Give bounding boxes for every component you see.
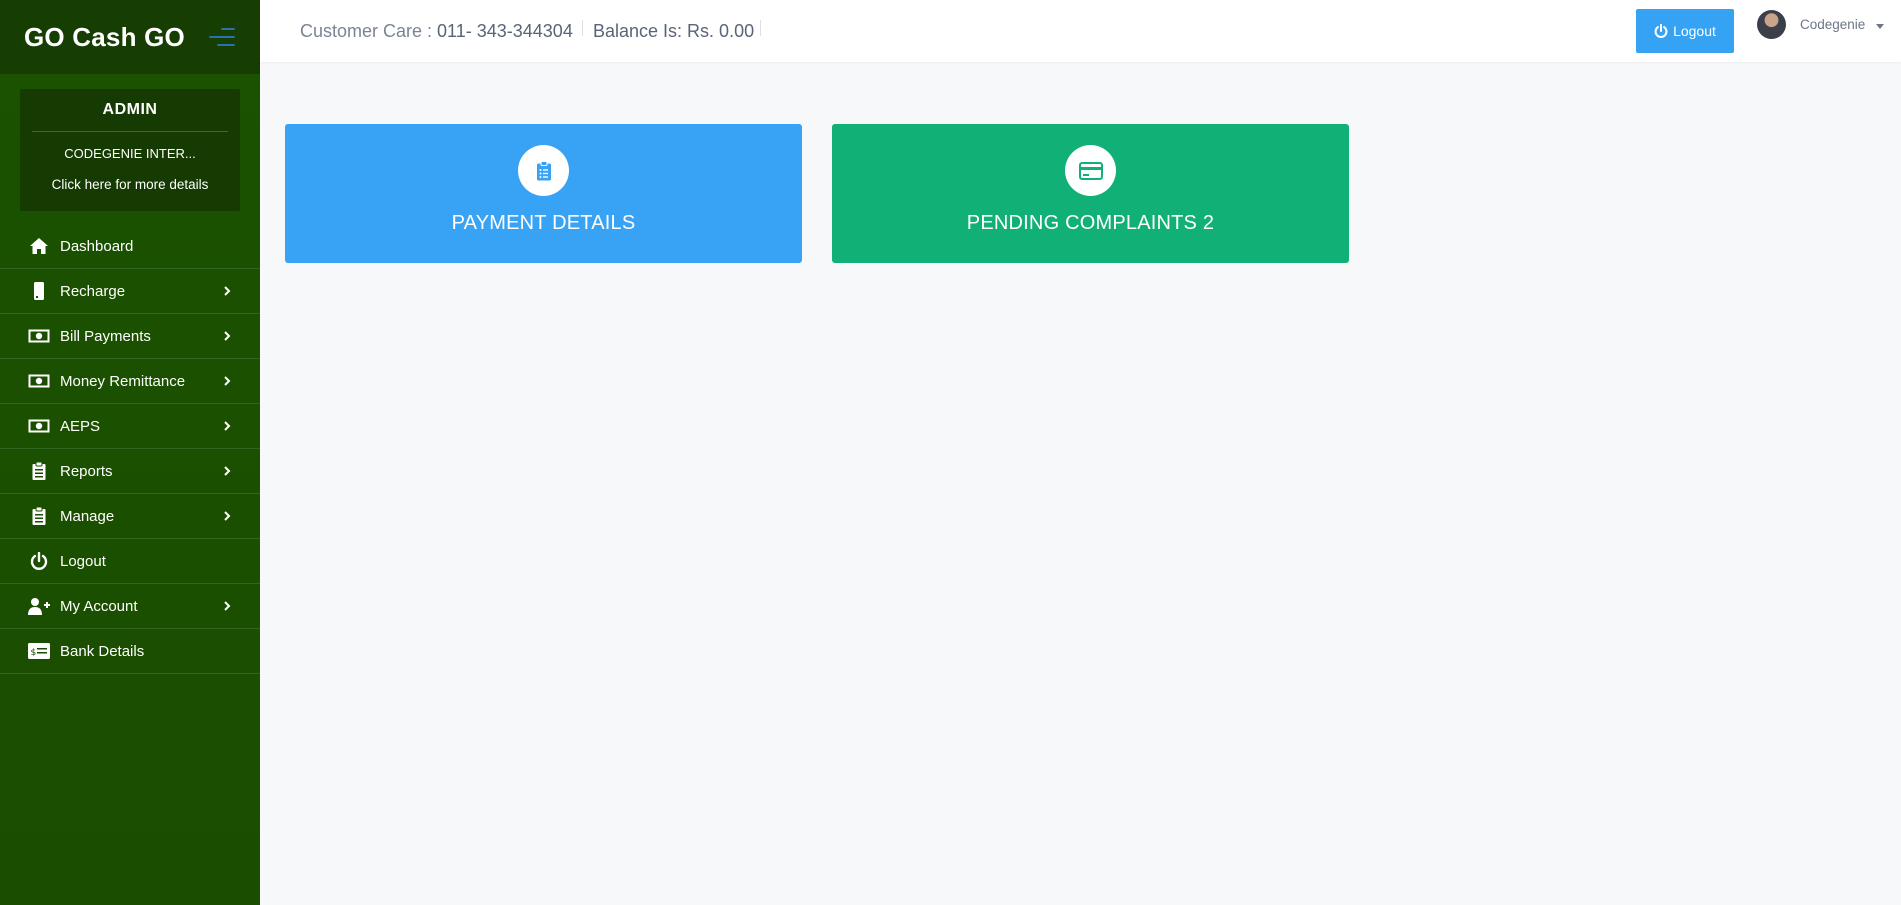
sidebar-item-logout[interactable]: Logout bbox=[0, 539, 260, 584]
sidebar-item-reports[interactable]: Reports bbox=[0, 449, 260, 494]
sidebar-item-dashboard[interactable]: Dashboard bbox=[0, 224, 260, 269]
pending-complaints-card[interactable]: PENDING COMPLAINTS 2 bbox=[832, 124, 1349, 263]
customer-care-label: Customer Care : bbox=[300, 21, 438, 41]
user-menu-name[interactable]: Codegenie bbox=[1800, 17, 1865, 32]
chevron-right-icon bbox=[224, 421, 231, 431]
sidebar-item-label: Money Remittance bbox=[60, 372, 186, 390]
menu-toggle-icon[interactable] bbox=[209, 28, 235, 46]
user-plus-icon bbox=[28, 596, 50, 616]
clipboard-list-icon bbox=[518, 145, 569, 196]
sidebar-item-label: Bill Payments bbox=[60, 327, 151, 345]
topbar: Customer Care : 011- 343-344304 Balance … bbox=[260, 0, 1901, 62]
brand-bar: GO Cash GO bbox=[0, 0, 260, 74]
customer-care-info: Customer Care : 011- 343-344304 bbox=[300, 21, 573, 42]
chevron-right-icon bbox=[224, 286, 231, 296]
money-icon bbox=[28, 326, 50, 346]
chevron-right-icon bbox=[224, 376, 231, 386]
sidebar-item-label: My Account bbox=[60, 597, 138, 615]
credit-card-icon bbox=[1065, 145, 1116, 196]
divider bbox=[760, 20, 761, 36]
sidebar-item-label: Logout bbox=[60, 552, 106, 570]
sidebar-item-label: AEPS bbox=[60, 417, 101, 435]
sidebar-item-money-remittance[interactable]: Money Remittance bbox=[0, 359, 260, 404]
mobile-icon bbox=[28, 281, 50, 301]
money-check-icon: $ bbox=[28, 641, 50, 661]
avatar[interactable] bbox=[1757, 10, 1786, 39]
divider bbox=[582, 20, 583, 36]
money-icon bbox=[28, 371, 50, 391]
power-icon bbox=[1654, 24, 1668, 38]
card-label: PAYMENT DETAILS bbox=[451, 212, 636, 234]
money-icon bbox=[28, 416, 50, 436]
clipboard-icon bbox=[28, 461, 50, 481]
sidebar: GO Cash GO ADMIN CODEGENIE INTER... Clic… bbox=[0, 0, 260, 905]
sidebar-item-bill-payments[interactable]: Bill Payments bbox=[0, 314, 260, 359]
sidebar-item-label: Reports bbox=[60, 462, 113, 480]
home-icon bbox=[28, 236, 50, 256]
sidebar-item-label: Recharge bbox=[60, 282, 126, 300]
chevron-right-icon bbox=[224, 601, 231, 611]
clipboard-icon bbox=[28, 506, 50, 526]
power-icon bbox=[28, 551, 50, 571]
sidebar-item-my-account[interactable]: My Account bbox=[0, 584, 260, 629]
sidebar-item-label: Bank Details bbox=[60, 642, 145, 660]
sidebar-nav: Dashboard Recharge Bill Payments Money R… bbox=[0, 224, 260, 674]
logout-button[interactable]: Logout bbox=[1636, 9, 1734, 53]
chevron-right-icon bbox=[224, 511, 231, 521]
sidebar-item-label: Manage bbox=[60, 507, 115, 525]
card-label: PENDING COMPLAINTS 2 bbox=[966, 212, 1215, 234]
sidebar-item-label: Dashboard bbox=[60, 237, 134, 255]
logout-button-label: Logout bbox=[1673, 23, 1716, 39]
profile-divider bbox=[32, 131, 228, 132]
payment-details-card[interactable]: PAYMENT DETAILS bbox=[285, 124, 802, 263]
sidebar-item-bank-details[interactable]: $ Bank Details bbox=[0, 629, 260, 674]
chevron-down-icon[interactable] bbox=[1876, 24, 1884, 29]
chevron-right-icon bbox=[224, 466, 231, 476]
profile-role: ADMIN bbox=[102, 101, 158, 118]
customer-care-number: 011- 343-344304 bbox=[437, 21, 573, 41]
sidebar-item-recharge[interactable]: Recharge bbox=[0, 269, 260, 314]
profile-box: ADMIN CODEGENIE INTER... Click here for … bbox=[20, 89, 240, 211]
sidebar-item-aeps[interactable]: AEPS bbox=[0, 404, 260, 449]
profile-company: CODEGENIE INTER... bbox=[64, 146, 196, 161]
svg-text:$: $ bbox=[31, 648, 37, 658]
balance-display: Balance Is: Rs. 0.00 bbox=[593, 21, 755, 41]
profile-details-link[interactable]: Click here for more details bbox=[20, 177, 240, 192]
chevron-right-icon bbox=[224, 331, 231, 341]
brand-logo[interactable]: GO Cash GO bbox=[24, 22, 185, 53]
sidebar-item-manage[interactable]: Manage bbox=[0, 494, 260, 539]
